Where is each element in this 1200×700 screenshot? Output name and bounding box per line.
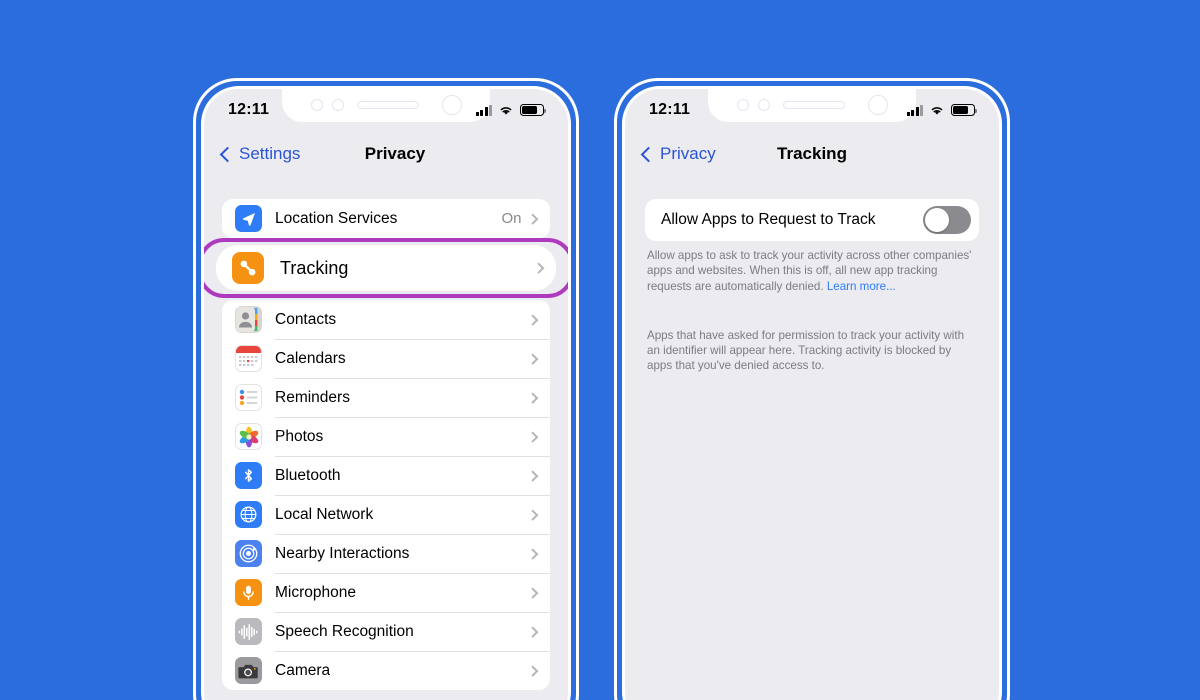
chevron-right-icon xyxy=(526,353,538,364)
row-label: Reminders xyxy=(275,388,350,406)
cellular-signal-icon xyxy=(475,104,492,116)
chevron-right-icon xyxy=(526,213,538,224)
local-network-icon xyxy=(235,501,262,528)
front-camera-icon xyxy=(441,95,462,115)
learn-more-link[interactable]: Learn more... xyxy=(827,280,896,293)
tracking-description-text: Allow apps to ask to track your activity… xyxy=(647,249,972,293)
back-button-settings[interactable]: Settings xyxy=(219,144,301,164)
chevron-left-icon xyxy=(640,146,657,162)
notch xyxy=(282,89,490,122)
notch xyxy=(708,89,916,122)
row-label: Local Network xyxy=(275,505,374,523)
photos-icon xyxy=(235,423,262,450)
row-location-services[interactable]: Location Services On xyxy=(222,199,550,238)
row-calendars[interactable]: Calendars xyxy=(222,339,550,378)
camera-dot-icon xyxy=(757,99,770,111)
chevron-right-icon xyxy=(532,262,544,274)
row-microphone[interactable]: Microphone xyxy=(222,573,550,612)
phone-right-screen: 12:11 Privacy Tracking Allow Apps to Req… xyxy=(625,89,999,700)
row-value: On xyxy=(501,210,522,227)
privacy-permissions-list: Contacts Calendars Reminders Photos Blue… xyxy=(222,300,550,690)
status-time: 12:11 xyxy=(649,101,691,118)
tracking-description: Allow apps to ask to track your activity… xyxy=(625,241,999,294)
phone-right: 12:11 Privacy Tracking Allow Apps to Req… xyxy=(614,78,1010,700)
nearby-interactions-icon xyxy=(235,540,262,567)
wifi-icon xyxy=(500,107,512,115)
row-nearby-interactions[interactable]: Nearby Interactions xyxy=(222,534,550,573)
row-label: Tracking xyxy=(280,257,349,278)
phone-right-bezel: 12:11 Privacy Tracking Allow Apps to Req… xyxy=(622,86,1002,700)
status-bar-right: 12:11 xyxy=(625,89,999,131)
row-local-network[interactable]: Local Network xyxy=(222,495,550,534)
chevron-right-icon xyxy=(526,392,538,403)
chevron-right-icon xyxy=(526,665,538,676)
status-bar-left: 12:11 xyxy=(204,89,568,131)
row-photos[interactable]: Photos xyxy=(222,417,550,456)
status-indicators xyxy=(906,104,978,116)
row-label: Location Services xyxy=(275,209,398,227)
allow-apps-to-request-to-track-row[interactable]: Allow Apps to Request to Track xyxy=(645,199,979,241)
toggle-label: Allow Apps to Request to Track xyxy=(661,211,876,228)
contacts-icon xyxy=(235,306,262,333)
chevron-right-icon xyxy=(526,587,538,598)
microphone-icon xyxy=(235,579,262,606)
back-button-label: Settings xyxy=(239,144,301,163)
allow-tracking-toggle[interactable] xyxy=(923,206,971,234)
phone-left: 12:11 Settings Privacy Location Services… xyxy=(193,78,579,700)
row-label: Photos xyxy=(275,427,324,445)
chevron-right-icon xyxy=(526,470,538,481)
tracking-empty-state-note: Apps that have asked for permission to t… xyxy=(647,328,965,373)
phone-left-screen: 12:11 Settings Privacy Location Services… xyxy=(204,89,568,700)
tracking-icon xyxy=(232,252,264,284)
row-speech-recognition[interactable]: Speech Recognition xyxy=(222,612,550,651)
row-label: Microphone xyxy=(275,583,356,601)
row-bluetooth[interactable]: Bluetooth xyxy=(222,456,550,495)
chevron-right-icon xyxy=(526,548,538,559)
row-label: Bluetooth xyxy=(275,466,341,484)
back-button-privacy[interactable]: Privacy xyxy=(640,144,716,164)
sensor-dot-icon xyxy=(310,99,323,111)
speaker-slot-icon xyxy=(782,101,845,109)
speech-recognition-icon xyxy=(235,618,262,645)
row-label: Camera xyxy=(275,661,331,679)
row-label: Speech Recognition xyxy=(275,622,414,640)
chevron-left-icon xyxy=(219,146,236,162)
row-label: Nearby Interactions xyxy=(275,544,410,562)
sensor-dot-icon xyxy=(736,99,749,111)
phone-left-bezel: 12:11 Settings Privacy Location Services… xyxy=(201,86,571,700)
location-services-icon xyxy=(235,205,262,232)
wifi-icon xyxy=(931,107,943,115)
row-camera[interactable]: Camera xyxy=(222,651,550,690)
status-indicators xyxy=(475,104,547,116)
bluetooth-icon xyxy=(235,462,262,489)
battery-icon xyxy=(951,104,978,116)
back-button-label: Privacy xyxy=(660,144,716,163)
reminders-icon xyxy=(235,384,262,411)
chevron-right-icon xyxy=(526,626,538,637)
chevron-right-icon xyxy=(526,509,538,520)
battery-icon xyxy=(520,104,547,116)
row-tracking[interactable]: Tracking xyxy=(216,245,556,291)
nav-bar-left: Settings Privacy xyxy=(204,131,568,177)
row-contacts[interactable]: Contacts xyxy=(222,300,550,339)
chevron-right-icon xyxy=(526,431,538,442)
chevron-right-icon xyxy=(526,314,538,325)
speaker-slot-icon xyxy=(356,101,419,109)
camera-dot-icon xyxy=(331,99,344,111)
status-time: 12:11 xyxy=(228,101,270,118)
row-label: Calendars xyxy=(275,349,346,367)
camera-icon xyxy=(235,657,262,684)
calendars-icon xyxy=(235,345,262,372)
row-reminders[interactable]: Reminders xyxy=(222,378,550,417)
location-services-card: Location Services On xyxy=(222,199,550,238)
nav-bar-right: Privacy Tracking xyxy=(625,131,999,177)
toggle-knob xyxy=(924,207,950,233)
front-camera-icon xyxy=(867,95,888,115)
row-label: Contacts xyxy=(275,310,337,328)
tracking-highlight-wrapper: Tracking xyxy=(204,238,568,298)
cellular-signal-icon xyxy=(906,104,923,116)
